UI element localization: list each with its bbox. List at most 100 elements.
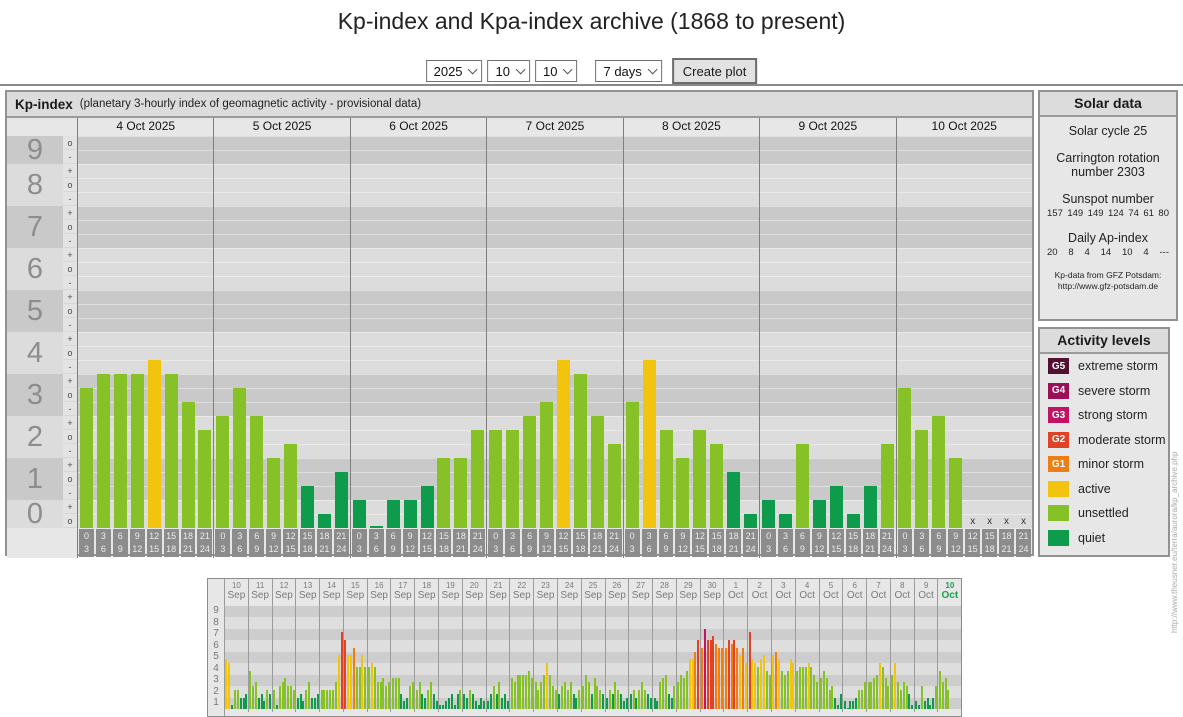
overview-kp-bar: [878, 663, 881, 709]
overview-kp-bar: [273, 689, 276, 709]
kp-day-column: 10 Oct 2025 x x x x 0 3 3 6 6 9 9 12 12 15 15 18 18 21 21 24: [895, 118, 1032, 558]
overview-kp-bar: [522, 674, 525, 709]
interval-label: 18 21: [999, 529, 1014, 557]
y-axis-label: 0: [7, 498, 63, 530]
overview-kp-bar: [908, 693, 911, 709]
overview-kp-bar: [311, 697, 314, 709]
overview-kp-bar: [305, 689, 308, 709]
y-axis-label: 6: [7, 248, 63, 290]
overview-day-column: 10 Sep: [225, 579, 248, 712]
ap-value: 4: [1143, 247, 1149, 258]
kp-bar: [659, 430, 673, 528]
month-select[interactable]: 10: [487, 60, 531, 82]
y-axis-sub-label: o: [63, 346, 77, 360]
overview-kp-bar: [326, 689, 329, 709]
kp-bar: [216, 416, 230, 528]
interval-label: 21 24: [470, 529, 486, 557]
overview-kp-bar: [786, 670, 789, 709]
overview-kp-bar: [915, 701, 918, 709]
kp-bar: [523, 416, 537, 528]
overview-kp-bar: [677, 682, 680, 709]
y-axis-sub-label: +: [63, 458, 77, 472]
divider: [0, 84, 1183, 86]
range-select-value: 7 days: [603, 63, 642, 79]
overview-kp-bar: [608, 689, 611, 709]
day-header-label: 5 Oct 2025: [214, 118, 350, 136]
kp-bar: [79, 388, 93, 528]
overview-kp-bar: [617, 689, 620, 709]
chevron-down-icon: [563, 64, 573, 75]
interval-label: 21 24: [606, 529, 622, 557]
y-axis-sub-label: +: [63, 500, 77, 514]
overview-kp-bar: [376, 682, 379, 709]
daily-ap-title: Daily Ap-index: [1068, 231, 1148, 245]
interval-label-row: 0 3 3 6 6 9 9 12 12 15 15 18 18 21 21 24: [351, 528, 486, 558]
overview-day-month: Oct: [894, 590, 911, 601]
y-axis-sub-label: +: [63, 164, 77, 178]
overview-kp-bar: [429, 682, 432, 709]
overview-day-number: 9: [923, 581, 929, 590]
overview-day-number: 19: [445, 581, 455, 590]
year-select[interactable]: 2025: [425, 60, 483, 82]
overview-kp-bar: [656, 701, 659, 709]
overview-kp-bar: [442, 705, 445, 709]
overview-kp-bar: [920, 686, 923, 709]
chevron-down-icon: [647, 64, 658, 75]
kp-bar: [915, 430, 929, 528]
day-header-label: 8 Oct 2025: [623, 118, 760, 136]
overview-day-month: Sep: [489, 590, 507, 601]
overview-kp-bar: [860, 689, 863, 709]
overview-day-month: Sep: [346, 590, 365, 601]
kp-day-column: 9 Oct 2025 0 3 3 6 6 9 9 12 12 15 15 18 18 21 21 24: [759, 118, 896, 558]
y-axis-sub-label: o: [63, 430, 77, 444]
overview-kp-bar: [397, 678, 400, 709]
kp-bar: [96, 374, 110, 528]
overview-kp-bar: [923, 701, 926, 709]
sunspot-value: 74: [1128, 208, 1139, 219]
year-select-value: 2025: [433, 63, 463, 79]
interval-label: 36: [778, 529, 793, 557]
kp-bar: [932, 416, 946, 528]
create-plot-button[interactable]: Create plot: [671, 58, 758, 84]
kp-bars-region: xxxx: [897, 136, 1032, 528]
overview-kp-bar: [799, 666, 802, 709]
overview-kp-bar: [400, 693, 403, 709]
overview-kp-bar: [468, 689, 471, 709]
overview-day-number: 5: [828, 581, 834, 590]
overview-day-column: 15 Sep: [342, 579, 367, 712]
range-select[interactable]: 7 days: [595, 60, 662, 82]
overview-kp-bar: [373, 666, 376, 709]
overview-day-number: 10: [945, 581, 955, 590]
ap-value: 4: [1084, 247, 1090, 258]
overview-kp-bar: [646, 693, 649, 709]
interval-label: 21 24: [879, 529, 895, 557]
overview-kp-bar: [456, 693, 459, 709]
kp-bar: [317, 514, 331, 528]
overview-y-label: 6: [213, 639, 219, 651]
overview-kp-bar: [741, 647, 744, 709]
kp-day-column: 8 Oct 2025 0 3 3 6 6 9 9 12 12 15 15 18 18 21 21 24: [622, 118, 760, 558]
overview-kp-bar: [257, 697, 260, 709]
overview-kp-bar: [350, 655, 353, 709]
day-select[interactable]: 10: [535, 60, 578, 82]
overview-day-column: 30 Sep: [699, 579, 724, 712]
overview-kp-bar: [926, 697, 929, 709]
overview-kp-bar: [653, 697, 656, 709]
overview-day-number: 2: [757, 581, 762, 590]
kp-day-column: 6 Oct 2025 0 3 3 6 6 9 9 12 12 15 15 18 18 21 21 24: [349, 118, 487, 558]
interval-label: 03: [215, 529, 231, 557]
y-axis-sub-label: o: [63, 514, 77, 528]
legend-swatch: G4: [1048, 382, 1069, 399]
overview-kp-bar: [445, 701, 448, 709]
interval-label: 9 12: [811, 529, 827, 557]
y-axis-sub-label: +: [63, 332, 77, 346]
legend-label: strong storm: [1078, 408, 1148, 423]
plot-controls: 2025 10 10 7 days Create plot: [425, 58, 758, 84]
overview-day-month: Sep: [607, 590, 626, 601]
overview-kp-bar: [564, 682, 567, 709]
overview-y-label: 9: [213, 605, 219, 617]
y-axis-sub-label: +: [63, 206, 77, 220]
kp-bar: [779, 514, 792, 528]
overview-day-column: 24 Sep: [556, 579, 581, 712]
overview-kp-bar: [623, 701, 626, 709]
